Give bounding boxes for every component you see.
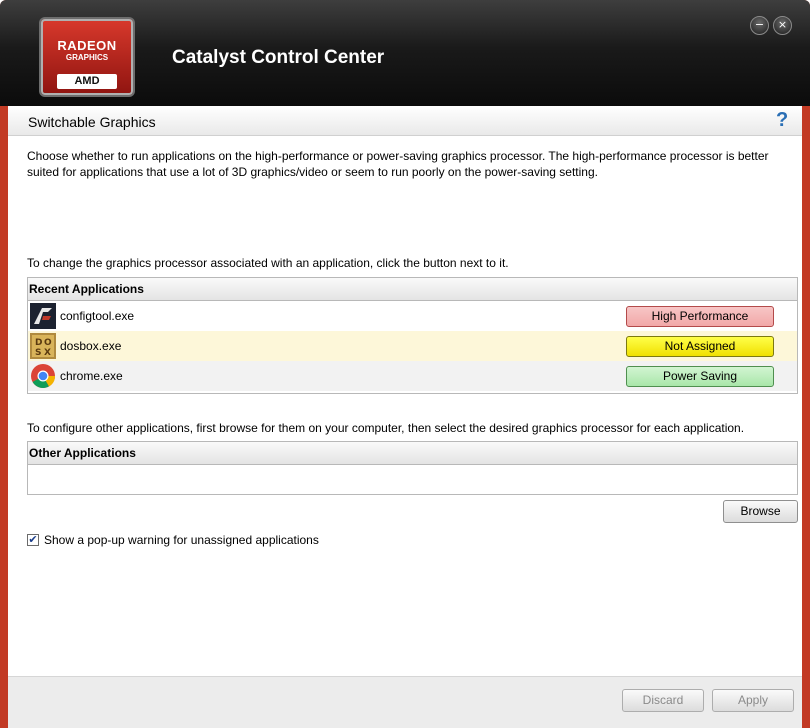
svg-text:D: D: [35, 338, 42, 348]
minimize-button[interactable]: −: [750, 16, 769, 35]
close-button[interactable]: ×: [773, 16, 792, 35]
app-name: dosbox.exe: [60, 339, 122, 353]
svg-text:O: O: [44, 338, 52, 348]
change-instruction: To change the graphics processor associa…: [27, 256, 509, 270]
recent-applications-panel: Recent Applications configtool.exe High …: [27, 277, 798, 394]
main-content: Choose whether to run applications on th…: [8, 136, 802, 728]
other-applications-panel: Other Applications: [27, 441, 798, 495]
svg-text:S: S: [35, 348, 41, 358]
app-name: configtool.exe: [60, 309, 135, 323]
table-row: chrome.exe Power Saving: [28, 361, 797, 391]
popup-warning-checkbox[interactable]: ✔: [27, 534, 39, 546]
table-row: D O S X dosbox.exe Not Assigned: [28, 331, 797, 361]
radeon-logo: RADEON GRAPHICS AMD: [41, 19, 133, 95]
minimize-icon: −: [754, 18, 765, 31]
logo-amd-text: AMD: [57, 74, 117, 89]
table-row: configtool.exe High Performance: [28, 301, 797, 331]
apply-button[interactable]: Apply: [712, 689, 794, 712]
help-icon[interactable]: ?: [776, 109, 788, 132]
other-applications-list: [28, 465, 797, 493]
discard-button[interactable]: Discard: [622, 689, 704, 712]
other-applications-header: Other Applications: [28, 442, 797, 465]
gpu-setting-button[interactable]: High Performance: [626, 306, 774, 327]
gpu-setting-button[interactable]: Power Saving: [626, 366, 774, 387]
logo-radeon-text: RADEON: [57, 38, 117, 53]
popup-warning-label: Show a pop-up warning for unassigned app…: [44, 533, 319, 547]
nfs-app-icon: [30, 303, 56, 329]
other-instruction: To configure other applications, first b…: [27, 421, 745, 435]
page-description: Choose whether to run applications on th…: [27, 149, 769, 179]
chrome-app-icon: [31, 364, 55, 389]
recent-applications-header: Recent Applications: [28, 278, 797, 301]
close-icon: ×: [777, 18, 788, 31]
page-title: Switchable Graphics: [28, 114, 156, 130]
browse-button[interactable]: Browse: [723, 500, 798, 523]
logo-graphics-text: GRAPHICS: [65, 53, 109, 62]
page-header: Switchable Graphics ?: [8, 106, 802, 136]
catalyst-window: RADEON GRAPHICS AMD Catalyst Control Cen…: [0, 0, 810, 728]
gpu-setting-button[interactable]: Not Assigned: [626, 336, 774, 357]
svg-text:X: X: [44, 348, 51, 358]
footer-bar: Discard Apply: [8, 676, 802, 728]
app-name: chrome.exe: [60, 369, 123, 383]
dosbox-app-icon: D O S X: [30, 333, 56, 359]
checkmark-icon: ✔: [28, 533, 38, 546]
title-bar: RADEON GRAPHICS AMD Catalyst Control Cen…: [0, 0, 810, 106]
app-title: Catalyst Control Center: [172, 47, 385, 68]
